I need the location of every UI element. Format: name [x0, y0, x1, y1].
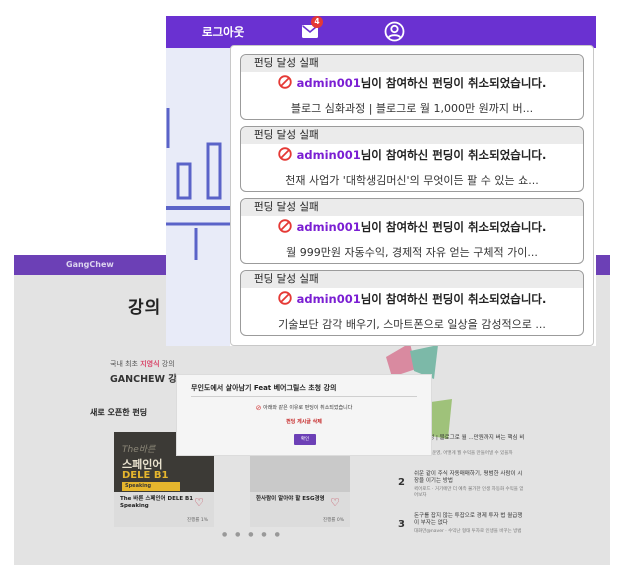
notification-title: 펀딩 달성 실패 — [241, 127, 583, 144]
thumb-text: DELE B1 — [122, 470, 169, 481]
promo-highlight: 지영식 — [140, 360, 160, 368]
notification-text: 님이 참여하신 펀딩이 취소되었습니다. — [360, 76, 547, 90]
top-navbar: 로그아웃 4 — [166, 16, 596, 48]
modal-divider — [191, 396, 417, 397]
card-title: 한사람이 알아야 할 ESG경영 — [256, 496, 325, 502]
card-title: The 바른 스페인어 DELE B1 Speaking — [120, 496, 194, 510]
notification-course: 월 999만원 자동수익, 경제적 자유 얻는 구체적 가이... — [286, 246, 538, 259]
ranking-number: 2 — [398, 477, 405, 488]
ranking-number: 3 — [398, 519, 405, 530]
user-circle-icon[interactable] — [384, 21, 405, 42]
ban-icon — [277, 291, 292, 305]
notification-item[interactable]: 펀딩 달성 실패 admin001님이 참여하신 펀딩이 취소되었습니다. 월 … — [240, 198, 584, 264]
mail-count-badge: 4 — [311, 16, 323, 28]
ban-icon — [277, 75, 292, 89]
ranking-title: 돈구를 잡지 않는 투잡으로 경제 투자 법 월급쟁이 부자는 없다 — [414, 513, 523, 527]
ranking-title: 쉬운 같이 주식 자동매매하기, 평범한 사람이 시장을 이기는 방법 — [414, 471, 523, 485]
notification-message: admin001님이 참여하신 펀딩이 취소되었습니다. — [241, 291, 583, 307]
cancel-modal: 무인도에서 살아남기 Feat 베어그릴스 초청 강의 ⊘ 아래와 같은 이유로… — [176, 374, 432, 456]
notification-text: 님이 참여하신 펀딩이 취소되었습니다. — [360, 220, 547, 234]
notification-message: admin001님이 참여하신 펀딩이 취소되었습니다. — [241, 147, 583, 163]
notification-course: 천재 사업가 '대학생김머신'의 무엇이든 팔 수 있는 쇼... — [285, 174, 539, 187]
modal-message-text: 아래와 같은 이유로 펀딩이 취소되었습니다 — [263, 405, 353, 411]
thumb-text: Speaking — [122, 482, 180, 491]
card-progress: 진행률 1% — [187, 518, 208, 523]
modal-ok-button[interactable]: 확인 — [294, 434, 316, 445]
notification-text: 님이 참여하신 펀딩이 취소되었습니다. — [360, 148, 547, 162]
notification-dropdown[interactable]: 펀딩 달성 실패 admin001님이 참여하신 펀딩이 취소되었습니다. 블로… — [230, 45, 594, 346]
ranking-desc: 대화만@naver · 수익난 형태 투자로 인생을 바꾸는 방법 — [414, 529, 522, 534]
notification-item[interactable]: 펀딩 달성 실패 admin001님이 참여하신 펀딩이 취소되었습니다. 천재… — [240, 126, 584, 192]
page: GangChew 강의 국내 최초 지영식 강의 GANCHEW 강 새로 오픈… — [0, 0, 624, 570]
promo-big-text: GANCHEW 강 — [110, 374, 178, 385]
notification-title: 펀딩 달성 실패 — [241, 271, 583, 288]
notification-title: 펀딩 달성 실패 — [241, 199, 583, 216]
promo-prefix: 국내 최초 — [110, 360, 141, 368]
notification-user: admin001 — [296, 76, 361, 90]
promo-suffix: 강의 — [159, 360, 175, 368]
notification-item[interactable]: 펀딩 달성 실패 admin001님이 참여하신 펀딩이 취소되었습니다. 블로… — [240, 54, 584, 120]
heart-icon[interactable]: ♡ — [330, 496, 340, 509]
thumb-text: The바른 — [122, 445, 156, 455]
banner-illustration — [166, 48, 230, 346]
modal-title: 무인도에서 살아남기 Feat 베어그릴스 초청 강의 — [191, 384, 337, 392]
card-progress: 진행률 0% — [323, 518, 344, 523]
notification-item[interactable]: 펀딩 달성 실패 admin001님이 참여하신 펀딩이 취소되었습니다. 기술… — [240, 270, 584, 336]
notification-course: 블로그 심화과정 | 블로그로 월 1,000만 원까지 버... — [290, 102, 534, 115]
ban-icon — [277, 219, 292, 233]
chart-illustration-icon — [166, 108, 230, 260]
notification-user: admin001 — [296, 148, 361, 162]
promo-text: 국내 최초 지영식 강의 — [110, 359, 175, 369]
modal-reason[interactable]: 펀딩 게시글 삭제 — [177, 418, 431, 425]
background-heading: 강의 — [128, 298, 162, 318]
carousel-dots[interactable]: ● ● ● ● ● — [222, 531, 283, 538]
notification-text: 님이 참여하신 펀딩이 취소되었습니다. — [360, 292, 547, 306]
notification-title: 펀딩 달성 실패 — [241, 55, 583, 72]
ban-icon — [277, 147, 292, 161]
logout-button[interactable]: 로그아웃 — [202, 24, 244, 40]
ranking-desc: 퀵어로드 · 거기에만 더 예측 불가한 인생 자동화 수익을 얻어보자 — [414, 487, 524, 499]
notification-user: admin001 — [296, 220, 361, 234]
notification-popup-area: 로그아웃 4 펀딩 달성 실패 admin001님이 참여하신 펀딩이 취소되었… — [166, 16, 596, 346]
modal-message: ⊘ 아래와 같은 이유로 펀딩이 취소되었습니다 — [177, 404, 431, 412]
notification-message: admin001님이 참여하신 펀딩이 취소되었습니다. — [241, 75, 583, 91]
new-funding-heading: 새로 오픈한 펀딩 — [90, 408, 148, 417]
notification-course: 기술보단 감각 배우기, 스마트폰으로 일상을 감성적으로 ... — [278, 318, 546, 331]
notification-message: admin001님이 참여하신 펀딩이 취소되었습니다. — [241, 219, 583, 235]
notification-user: admin001 — [296, 292, 361, 306]
ban-icon: ⊘ — [255, 404, 262, 412]
brand-logo[interactable]: GangChew — [66, 260, 114, 269]
heart-icon[interactable]: ♡ — [194, 496, 204, 509]
